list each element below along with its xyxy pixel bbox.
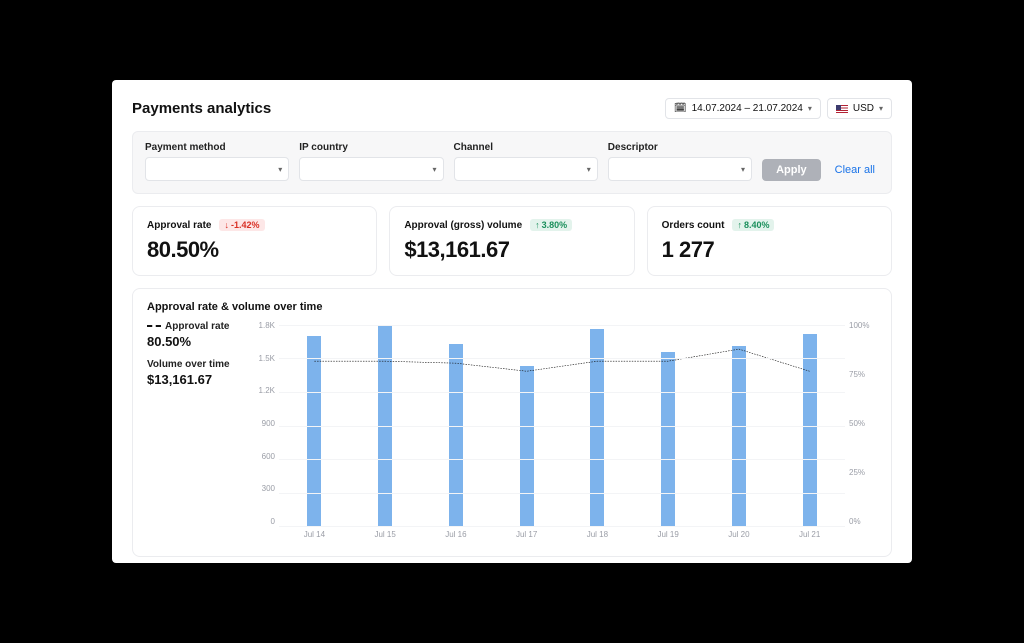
delta-badge: ↑8.40%	[732, 219, 774, 231]
chevron-down-icon: ▾	[808, 104, 812, 113]
filter-label: IP country	[299, 142, 443, 153]
stat-value: 80.50%	[147, 237, 362, 263]
stat-value: $13,161.67	[404, 237, 619, 263]
chart-card: Approval rate & volume over time Approva…	[132, 288, 892, 557]
clear-all-button[interactable]: Clear all	[831, 159, 879, 181]
filter-label: Channel	[454, 142, 598, 153]
y-right-tick: 50%	[849, 419, 877, 428]
app-window: Payments analytics 🗓 14.07.2024 – 21.07.…	[112, 80, 912, 563]
currency-text: USD	[853, 103, 874, 114]
arrow-up-icon: ↑	[737, 220, 742, 230]
apply-button[interactable]: Apply	[762, 159, 821, 181]
y-left-tick: 1.2K	[247, 386, 275, 395]
y-left-tick: 600	[247, 452, 275, 461]
chevron-down-icon: ▾	[587, 165, 591, 174]
chart-title: Approval rate & volume over time	[147, 301, 877, 313]
currency-picker[interactable]: USD ▾	[827, 98, 892, 119]
y-right-tick: 100%	[849, 321, 877, 330]
chevron-down-icon: ▾	[741, 165, 745, 174]
date-range-text: 14.07.2024 – 21.07.2024	[692, 103, 803, 114]
page-title: Payments analytics	[132, 100, 271, 117]
chart-legend: Approval rate 80.50% Volume over time $1…	[147, 321, 237, 546]
calendar-icon: 🗓	[674, 103, 687, 114]
descriptor-select[interactable]: ▾	[608, 157, 752, 181]
header-controls: 🗓 14.07.2024 – 21.07.2024 ▾ USD ▾	[665, 98, 892, 119]
arrow-down-icon: ↓	[224, 220, 229, 230]
header-row: Payments analytics 🗓 14.07.2024 – 21.07.…	[132, 98, 892, 119]
gridline	[279, 392, 845, 393]
stat-value: 1 277	[662, 237, 877, 263]
payment-method-select[interactable]: ▾	[145, 157, 289, 181]
x-tick-label: Jul 21	[799, 530, 820, 539]
chart-body: Approval rate 80.50% Volume over time $1…	[147, 321, 877, 546]
stat-card-volume: Approval (gross) volume ↑3.80% $13,161.6…	[389, 206, 634, 276]
x-tick-label: Jul 15	[374, 530, 395, 539]
x-tick-label: Jul 18	[587, 530, 608, 539]
y-right-tick: 0%	[849, 517, 877, 526]
chevron-down-icon: ▾	[433, 165, 437, 174]
chevron-down-icon: ▾	[278, 165, 282, 174]
stat-label: Approval rate	[147, 220, 211, 231]
filter-channel: Channel ▾	[454, 142, 598, 181]
channel-select[interactable]: ▾	[454, 157, 598, 181]
delta-badge: ↑3.80%	[530, 219, 572, 231]
legend-approval-rate: Approval rate 80.50%	[147, 321, 237, 349]
plot-area	[279, 325, 845, 526]
chart-plot: 1.8K 1.5K 1.2K 900 600 300 0 100% 75% 50% 25% 0% J…	[247, 321, 877, 546]
y-left-tick: 1.5K	[247, 354, 275, 363]
filter-descriptor: Descriptor ▾	[608, 142, 752, 181]
stat-label: Approval (gross) volume	[404, 220, 522, 231]
gridline	[279, 493, 845, 494]
dashed-line-icon	[147, 325, 161, 327]
filter-ip-country: IP country ▾	[299, 142, 443, 181]
filter-label: Payment method	[145, 142, 289, 153]
x-tick-label: Jul 16	[445, 530, 466, 539]
legend-volume: Volume over time $13,161.67	[147, 359, 237, 387]
x-tick-label: Jul 14	[304, 530, 325, 539]
delta-badge: ↓-1.42%	[219, 219, 264, 231]
x-axis: Jul 14 Jul 15 Jul 16 Jul 17 Jul 18 Jul 19 Jul …	[279, 530, 845, 544]
ip-country-select[interactable]: ▾	[299, 157, 443, 181]
approval-rate-line	[314, 349, 809, 371]
y-left-tick: 1.8K	[247, 321, 275, 330]
filter-label: Descriptor	[608, 142, 752, 153]
date-range-picker[interactable]: 🗓 14.07.2024 – 21.07.2024 ▾	[665, 98, 821, 119]
gridline	[279, 526, 845, 527]
x-tick-label: Jul 19	[657, 530, 678, 539]
gridline	[279, 459, 845, 460]
y-right-tick: 25%	[849, 468, 877, 477]
x-tick-label: Jul 20	[728, 530, 749, 539]
y-right-tick: 75%	[849, 370, 877, 379]
y-left-tick: 300	[247, 484, 275, 493]
y-left-tick: 0	[247, 517, 275, 526]
chevron-down-icon: ▾	[879, 104, 883, 113]
y-axis-left: 1.8K 1.5K 1.2K 900 600 300 0	[247, 321, 275, 526]
y-left-tick: 900	[247, 419, 275, 428]
arrow-up-icon: ↑	[535, 220, 540, 230]
x-tick-label: Jul 17	[516, 530, 537, 539]
stat-label: Orders count	[662, 220, 725, 231]
stat-card-approval-rate: Approval rate ↓-1.42% 80.50%	[132, 206, 377, 276]
gridline	[279, 358, 845, 359]
y-axis-right: 100% 75% 50% 25% 0%	[849, 321, 877, 526]
us-flag-icon	[836, 105, 848, 113]
gridline	[279, 426, 845, 427]
stat-card-orders: Orders count ↑8.40% 1 277	[647, 206, 892, 276]
stats-row: Approval rate ↓-1.42% 80.50% Approval (g…	[132, 206, 892, 276]
filter-payment-method: Payment method ▾	[145, 142, 289, 181]
filter-panel: Payment method ▾ IP country ▾ Channel ▾ …	[132, 131, 892, 194]
gridline	[279, 325, 845, 326]
